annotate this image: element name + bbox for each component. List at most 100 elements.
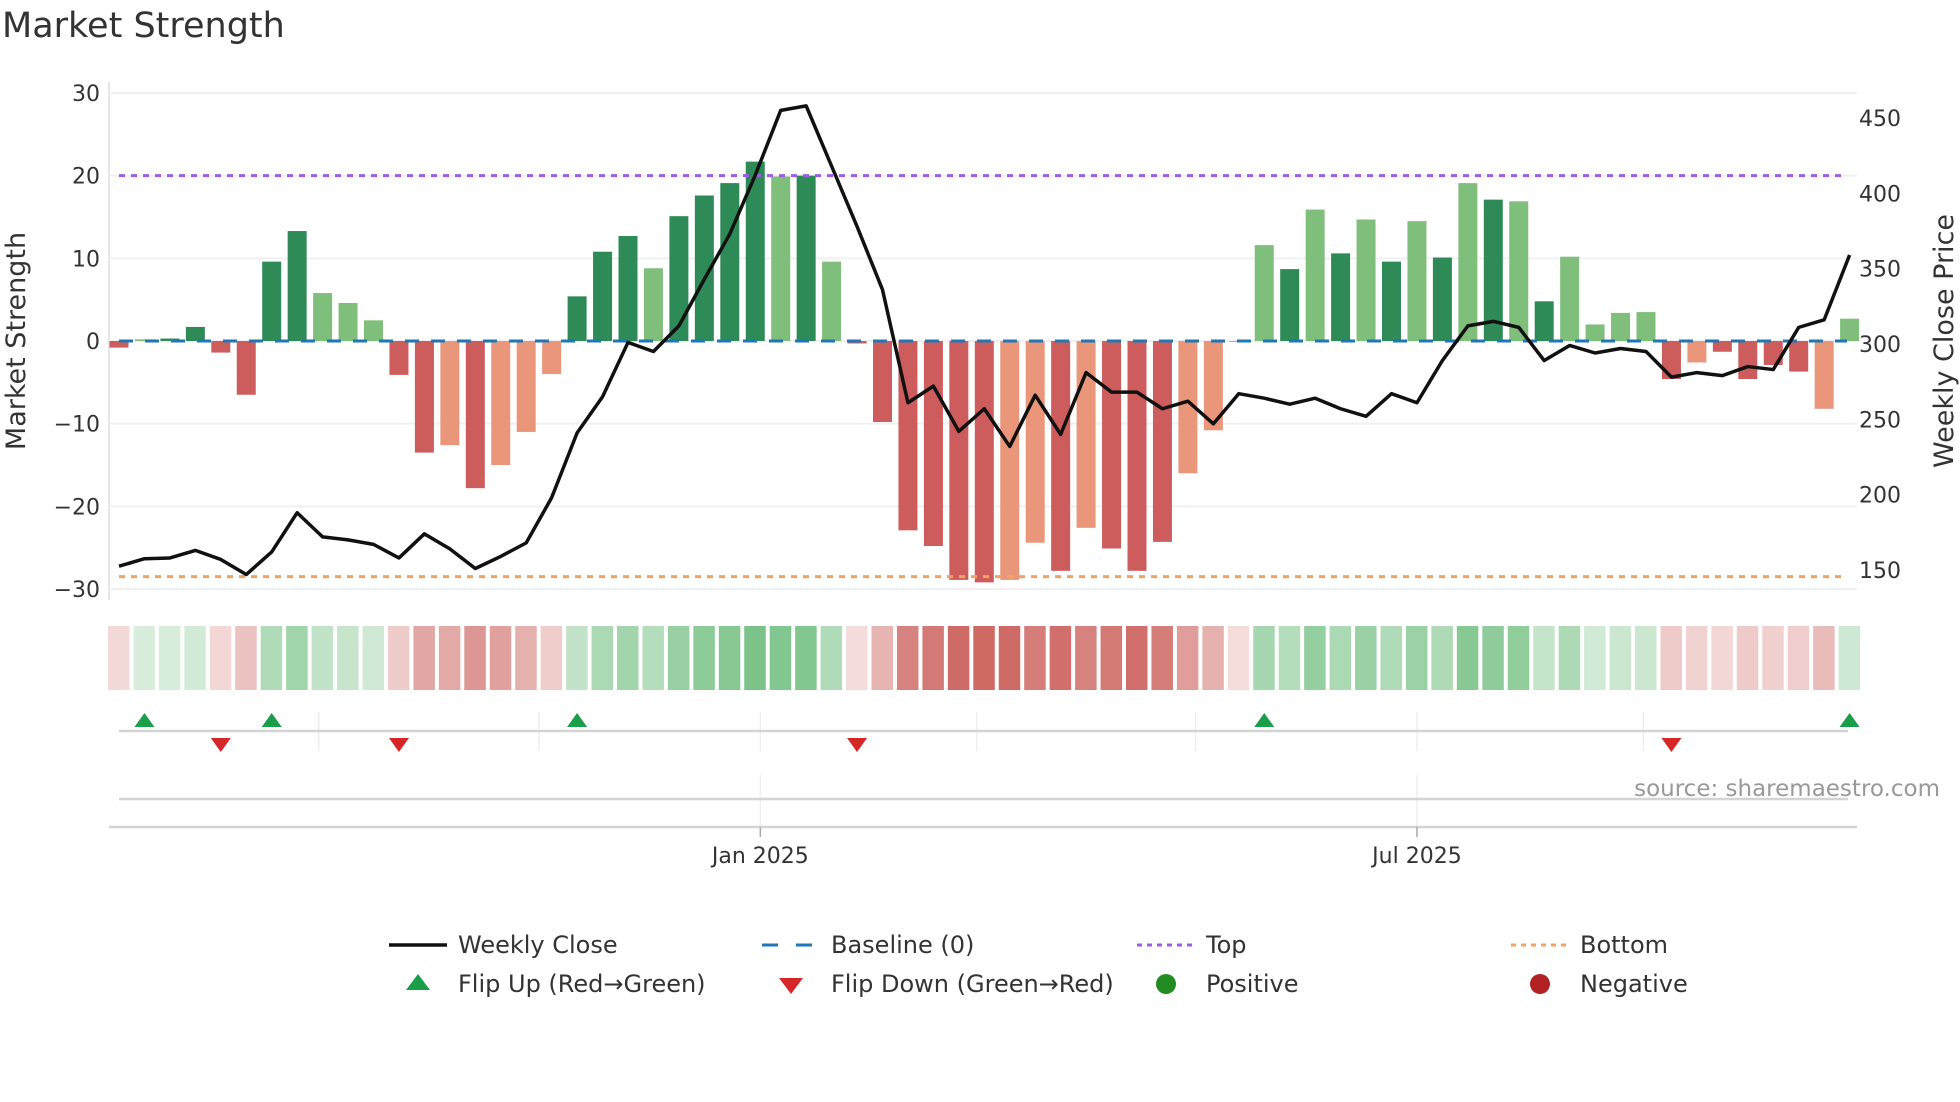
strength-heat-cell [795, 626, 817, 690]
right-axis-title: Weekly Close Price [1929, 214, 1960, 468]
strength-heat-cell [947, 626, 970, 690]
strength-heat-cell [1456, 626, 1479, 690]
strength-bar [822, 261, 842, 341]
strength-heat-cell [387, 626, 410, 690]
strength-heat-cell [820, 626, 843, 690]
strength-bar [593, 251, 613, 341]
strength-heat-cell [1405, 626, 1428, 690]
strength-heat-cell [337, 626, 359, 690]
strength-heat-cell [1635, 626, 1657, 690]
strength-heat-cell [667, 626, 690, 690]
x-tick-label: Jul 2025 [1370, 844, 1462, 869]
strength-bar [1840, 318, 1860, 341]
strength-heat-cell [1024, 626, 1046, 690]
strength-bar [1331, 253, 1351, 341]
strength-heat-cell [1685, 626, 1708, 690]
strength-bar [1051, 341, 1071, 571]
strength-heat-cell [1329, 626, 1352, 690]
strength-bar [1305, 209, 1325, 341]
strength-bar [1254, 245, 1274, 341]
strength-heat-cell [617, 626, 639, 690]
strength-bar [1611, 312, 1631, 341]
strength-heat-cell [1075, 626, 1097, 690]
left-tick-label: 10 [72, 247, 100, 272]
strength-heat-cell [235, 626, 257, 690]
strength-bar [1102, 341, 1122, 549]
strength-bar [338, 302, 358, 341]
strength-heat-cell [591, 626, 614, 690]
strength-bar [1509, 201, 1529, 341]
right-tick-label: 400 [1859, 182, 1901, 207]
strength-heat-cell [1355, 626, 1377, 690]
strength-heat-cell [922, 626, 944, 690]
strength-bar [1025, 341, 1045, 543]
strength-bar [542, 341, 562, 375]
strength-bar [236, 341, 256, 395]
flip-up-marker [1839, 713, 1860, 727]
strength-bar [1076, 341, 1096, 528]
strength-heat-cell [1838, 626, 1861, 690]
flip-up-marker [1254, 713, 1275, 727]
strength-heat-cell [1533, 626, 1555, 690]
strength-bar [1000, 341, 1020, 580]
legend-swatch-tri-down [779, 978, 803, 994]
strength-heat-cell [1100, 626, 1123, 690]
legend-label: Flip Up (Red→Green) [458, 970, 706, 998]
strength-heat-cell [1202, 626, 1224, 690]
x-tick-label: Jan 2025 [710, 844, 809, 869]
market-strength-chart: 30 20 10 0 −10 −20 −30 450 400 350 300 250 200 150 Mar… [1, 82, 1960, 998]
strength-heat-cell [1176, 626, 1199, 690]
strength-heat-cell [998, 626, 1021, 690]
left-tick-label: −10 [54, 413, 100, 438]
strength-heat-cell [1507, 626, 1530, 690]
strength-bar [949, 341, 969, 580]
strength-heat-cell [1736, 626, 1759, 690]
strength-heat-cell [540, 626, 563, 690]
strength-heat-cell [1304, 626, 1326, 690]
flip-down-marker [847, 738, 868, 752]
source-label: source: sharemaestro.com [1634, 776, 1940, 802]
strength-bar [1407, 221, 1427, 341]
strength-heat-cell [1227, 626, 1250, 690]
strength-bar [313, 293, 333, 341]
strength-bar [1560, 256, 1580, 341]
strength-bar [1789, 341, 1809, 372]
strength-heat-cell [184, 626, 206, 690]
legend-label: Baseline (0) [831, 931, 974, 959]
strength-heat-cell [1253, 626, 1275, 690]
strength-bar [923, 341, 943, 547]
left-tick-label: −20 [54, 495, 100, 520]
strength-heat-cell [464, 626, 486, 690]
strength-bar [1356, 219, 1376, 341]
strength-bar [1814, 341, 1834, 409]
left-tick-label: 30 [72, 82, 100, 107]
left-tick-label: −30 [54, 578, 100, 603]
strength-bar [567, 296, 587, 341]
flip-up-marker [134, 713, 155, 727]
strength-heat-cell [1380, 626, 1402, 690]
strength-heat-cell [566, 626, 588, 690]
left-tick-label: 20 [72, 165, 100, 190]
strength-bar [1432, 257, 1452, 341]
strength-bar [771, 176, 791, 341]
right-tick-label: 350 [1859, 258, 1901, 283]
strength-heat-cell [515, 626, 537, 690]
strength-bar [1636, 312, 1656, 341]
strength-heat-cell [1558, 626, 1581, 690]
strength-bar [643, 268, 663, 341]
strength-heat-cell [1151, 626, 1173, 690]
flip-down-marker [210, 738, 231, 752]
strength-bar [1152, 341, 1172, 542]
legend-label: Weekly Close [458, 931, 618, 959]
strength-heat-cell [1711, 626, 1733, 690]
right-tick-label: 250 [1859, 408, 1901, 433]
strength-bar [618, 236, 638, 341]
strength-heat-cell [1278, 626, 1301, 690]
strength-heat-cell [489, 626, 512, 690]
right-tick-label: 300 [1859, 333, 1901, 358]
flip-down-marker [388, 738, 409, 752]
strength-bar [1738, 341, 1758, 380]
strength-heat-cell [260, 626, 283, 690]
strength-heat-cell [362, 626, 384, 690]
legend-label: Positive [1206, 970, 1299, 998]
